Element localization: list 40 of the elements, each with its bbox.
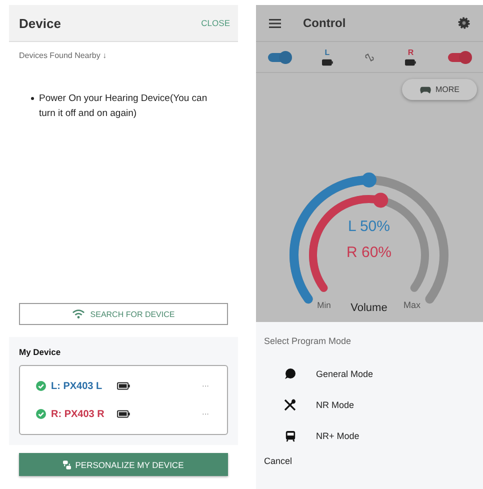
power-toggle[interactable]	[268, 52, 290, 62]
swap-icon	[63, 460, 72, 470]
chat-icon	[284, 368, 296, 380]
volume-label: Volume	[350, 302, 388, 314]
bullet-icon	[31, 97, 34, 100]
controller-icon	[420, 86, 430, 94]
device-name: R: PX403 R	[51, 408, 106, 420]
sheet-title: Select Program Mode	[264, 336, 352, 346]
more-button[interactable]: MORE	[402, 79, 477, 100]
battery-icon	[405, 59, 416, 66]
settings-icon[interactable]	[458, 17, 470, 29]
cancel-button[interactable]: Cancel	[264, 456, 292, 466]
battery-icon	[322, 59, 333, 66]
mode-option[interactable]: NR+ Mode	[264, 420, 483, 451]
instruction-text: Power On your Hearing Device(You can turn it off and on again)	[39, 92, 208, 121]
train-icon	[284, 430, 296, 442]
volume-handle[interactable]	[362, 172, 376, 188]
ear-label: L	[324, 48, 330, 57]
search-button[interactable]: SEARCH FOR DEVICE	[19, 303, 228, 325]
power-toggle[interactable]	[448, 52, 470, 62]
link-icon[interactable]	[364, 52, 374, 62]
mode-option[interactable]: General Mode	[264, 358, 483, 389]
screen-title: Control	[303, 16, 346, 30]
section-label: Devices Found Nearby ↓	[19, 51, 108, 60]
volume-reading: R 60%	[346, 244, 392, 261]
wifi-icon	[72, 309, 86, 319]
ear-label: R	[408, 48, 414, 57]
section-title: My Device	[19, 347, 62, 357]
device-name: L: PX403 L	[51, 380, 104, 392]
volume-handle[interactable]	[373, 192, 388, 208]
max-label: Max	[404, 300, 420, 310]
personalize-button[interactable]: PERSONALIZE MY DEVICE	[19, 453, 228, 476]
fork-knife-icon	[284, 398, 296, 410]
battery-icon	[117, 410, 130, 418]
volume-reading: L 50%	[348, 218, 390, 235]
battery-icon	[117, 382, 130, 390]
min-label: Min	[317, 300, 331, 310]
screen-title: Device	[19, 16, 61, 30]
menu-icon[interactable]	[269, 18, 281, 28]
mode-option[interactable]: NR Mode	[264, 389, 483, 420]
